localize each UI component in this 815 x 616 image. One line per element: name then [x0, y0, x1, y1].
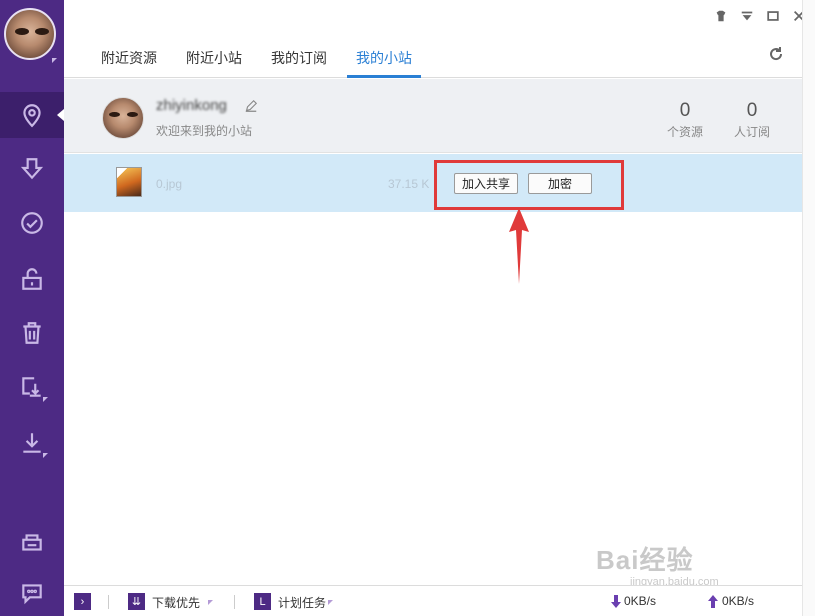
upload-speed: 0KB/s — [722, 594, 755, 608]
expand-caret-icon — [43, 453, 48, 458]
tab-my-station[interactable]: 我的小站 — [356, 48, 412, 68]
vertical-scrollbar[interactable] — [802, 0, 815, 616]
location-pin-icon — [23, 104, 41, 128]
import-box-icon — [22, 377, 41, 397]
download-speed: 0KB/s — [624, 594, 657, 608]
upload-speed-icon — [708, 595, 718, 608]
resource-count-label: 个资源 — [666, 125, 703, 139]
image-file-icon — [116, 167, 142, 197]
station-avatar — [102, 97, 144, 139]
sidebar-item-import[interactable] — [0, 364, 64, 410]
window-controls — [713, 8, 807, 24]
schedule-caret-icon[interactable] — [328, 600, 333, 605]
file-row[interactable]: 0.jpg 37.15 K 加入共享 加密 — [64, 154, 802, 212]
station-welcome-text: 欢迎来到我的小站 — [156, 124, 253, 138]
sidebar — [0, 0, 64, 616]
avatar-eye — [127, 112, 138, 117]
menu-icon[interactable] — [739, 8, 755, 24]
download-priority-icon[interactable]: ⇊ — [128, 593, 145, 610]
subscriber-count-value: 0 — [746, 100, 758, 121]
separator — [234, 595, 235, 609]
avatar-eye — [35, 28, 49, 35]
avatar-menu-caret-icon[interactable] — [52, 58, 57, 63]
tab-my-subscriptions[interactable]: 我的订阅 — [271, 48, 327, 68]
sidebar-item-print[interactable] — [0, 520, 64, 566]
edit-pencil-icon[interactable] — [244, 99, 258, 113]
user-avatar[interactable] — [4, 8, 56, 60]
status-bar: › ⇊ 下载优先 L 计划任务 0KB/s 0KB/s — [64, 585, 802, 616]
download-speed-icon — [611, 595, 621, 608]
expand-caret-icon — [43, 397, 48, 402]
avatar-eye — [109, 112, 120, 117]
resource-count-value: 0 — [679, 100, 691, 121]
trash-icon — [23, 322, 41, 344]
subscriber-count-label: 人订阅 — [733, 125, 770, 139]
download-priority-label[interactable]: 下载优先 — [152, 594, 200, 611]
subscriber-count: 0 人订阅 — [722, 101, 782, 140]
check-circle-icon — [21, 212, 43, 234]
annotation-arrow-icon — [509, 208, 529, 284]
schedule-task-label[interactable]: 计划任务 — [278, 594, 326, 611]
maximize-icon[interactable] — [765, 8, 781, 24]
watermark: Bai经验 — [596, 545, 694, 575]
resource-count: 0 个资源 — [655, 101, 715, 140]
station-profile: zhiyinkong 欢迎来到我的小站 0 个资源 0 人订阅 — [64, 79, 802, 153]
chat-bubble-icon — [22, 584, 42, 605]
sidebar-item-unlock[interactable] — [0, 256, 64, 302]
priority-caret-icon[interactable] — [208, 600, 213, 605]
tab-nearby-stations[interactable]: 附近小站 — [186, 48, 242, 68]
file-size: 37.15 K — [388, 177, 430, 191]
schedule-task-icon[interactable]: L — [254, 593, 271, 610]
file-name: 0.jpg — [156, 177, 183, 191]
sidebar-item-download[interactable] — [0, 146, 64, 192]
unlock-icon — [22, 268, 42, 290]
sidebar-item-completed[interactable] — [0, 200, 64, 246]
tab-nearby-resources[interactable]: 附近资源 — [101, 48, 157, 68]
separator — [108, 595, 109, 609]
tab-bar: 附近资源 附近小站 我的订阅 我的小站 — [64, 38, 802, 78]
download-arrow-icon — [20, 158, 44, 180]
sidebar-item-download-manager[interactable] — [0, 420, 64, 466]
avatar-eye — [15, 28, 29, 35]
annotation-highlight-box — [434, 160, 624, 210]
sidebar-item-trash[interactable] — [0, 310, 64, 356]
download-tray-icon — [23, 433, 41, 453]
sidebar-item-location[interactable] — [0, 92, 64, 138]
station-username: zhiyinkong — [156, 97, 227, 114]
skin-icon[interactable] — [713, 8, 729, 24]
printer-icon — [22, 534, 42, 551]
sidebar-item-chat[interactable] — [0, 570, 64, 616]
active-tab-indicator — [347, 75, 421, 78]
expand-panel-icon[interactable]: › — [74, 593, 91, 610]
refresh-icon[interactable] — [768, 46, 786, 64]
